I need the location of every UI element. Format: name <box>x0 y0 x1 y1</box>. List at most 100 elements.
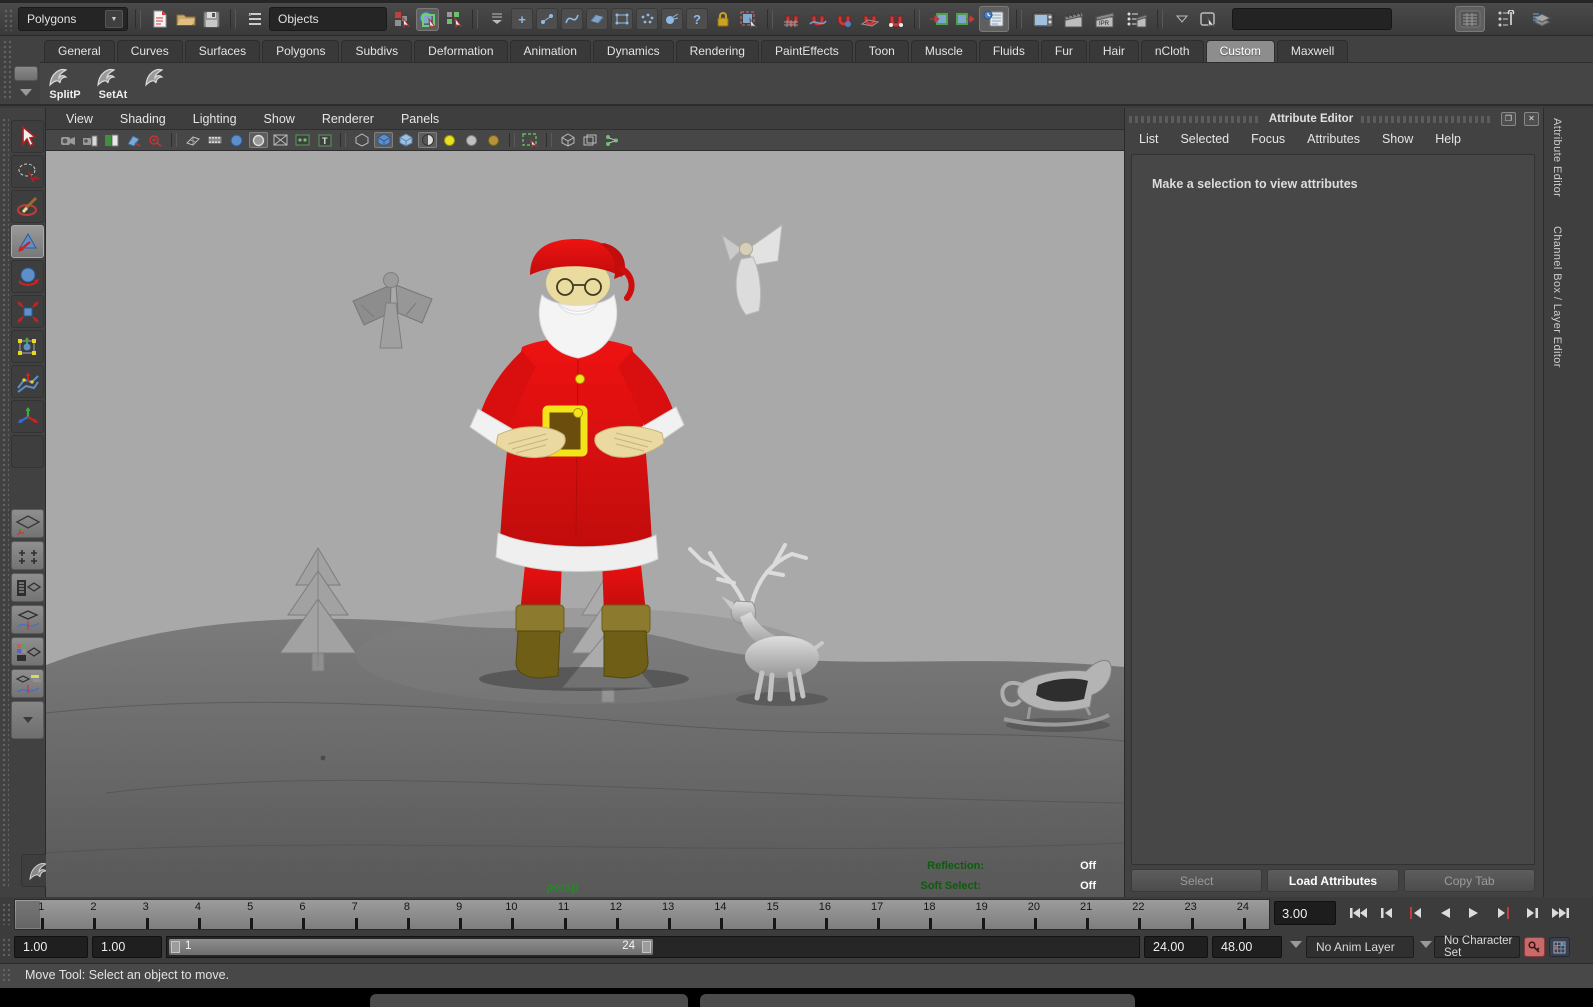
shelf-tab-fluids[interactable]: Fluids <box>979 40 1039 62</box>
timeline-frame[interactable]: 16 <box>799 900 851 929</box>
ae-menu-list[interactable]: List <box>1139 132 1158 146</box>
scene-svg[interactable] <box>46 151 1124 897</box>
shelf-item-splitp[interactable]: SplitP <box>46 65 84 104</box>
timeline-ruler[interactable]: 123456789101112131415161718192021222324 <box>14 899 1270 930</box>
shelf-item-3[interactable] <box>142 65 180 104</box>
render-settings-icon[interactable] <box>1122 8 1150 31</box>
shelf-tab-painteffects[interactable]: PaintEffects <box>761 40 853 62</box>
last-tool-slot[interactable] <box>11 435 44 468</box>
vp-menu-renderer[interactable]: Renderer <box>322 112 374 126</box>
shelf-tab-toon[interactable]: Toon <box>855 40 909 62</box>
helpline-grip[interactable] <box>2 968 10 984</box>
vp-light-gold-icon[interactable] <box>484 132 503 148</box>
shelf-tab-dynamics[interactable]: Dynamics <box>593 40 674 62</box>
soft-modification-tool-button[interactable] <box>11 365 44 398</box>
viewport-canvas[interactable]: Verts:13895100 Edges:41397500 Faces:2750… <box>46 151 1124 897</box>
vp-isolate-select-icon[interactable] <box>521 132 540 148</box>
timeline-frame[interactable]: 11 <box>538 900 590 929</box>
mask-surfaces-icon[interactable] <box>586 8 608 30</box>
step-forward-key-button[interactable] <box>1489 900 1516 926</box>
layout-more-button[interactable] <box>11 701 44 739</box>
timeline-frame[interactable]: 3 <box>120 900 172 929</box>
float-panel-icon[interactable]: ❐ <box>1501 112 1516 126</box>
playback-start-field[interactable]: 1.00 <box>92 936 162 958</box>
select-button[interactable]: Select <box>1131 869 1262 892</box>
step-back-key-button[interactable] <box>1402 900 1429 926</box>
tree-left[interactable] <box>280 548 356 671</box>
select-component-mask-icon[interactable] <box>442 8 465 31</box>
load-attributes-button[interactable]: Load Attributes <box>1267 869 1398 892</box>
move-tool-button[interactable] <box>11 225 44 258</box>
shelf-tab-curves[interactable]: Curves <box>117 40 183 62</box>
ae-menu-attributes[interactable]: Attributes <box>1307 132 1360 146</box>
lock-icon[interactable] <box>711 8 734 31</box>
vp-shaded-sphere-icon[interactable] <box>227 132 246 148</box>
vp-use-all-lights-icon[interactable] <box>418 132 437 148</box>
snap-curve-icon[interactable] <box>806 8 829 31</box>
toolbar-grip[interactable] <box>4 9 13 31</box>
snap-point-icon[interactable] <box>832 8 855 31</box>
layout-persp-outliner-graph-button[interactable] <box>11 669 44 698</box>
layout-persp-graph-button[interactable] <box>11 605 44 634</box>
mask-deformations-icon[interactable] <box>611 8 633 30</box>
range-slider-track[interactable]: 1 24 <box>166 936 1140 958</box>
shelf-tab-surfaces[interactable]: Surfaces <box>185 40 260 62</box>
timeline-frame[interactable]: 18 <box>903 900 955 929</box>
save-scene-icon[interactable] <box>200 8 223 31</box>
timeline-frame[interactable]: 6 <box>276 900 328 929</box>
shelf-tab-animation[interactable]: Animation <box>510 40 591 62</box>
shelf-tab-subdivs[interactable]: Subdivs <box>341 40 412 62</box>
vp-shaded-cube-icon[interactable] <box>374 132 393 148</box>
angel-left[interactable] <box>353 273 432 349</box>
range-grip[interactable] <box>2 938 10 956</box>
select-object-mask-icon[interactable] <box>416 8 439 31</box>
current-time-field[interactable]: 3.00 <box>1274 901 1336 925</box>
vp-menu-lighting[interactable]: Lighting <box>193 112 237 126</box>
vp-menu-show[interactable]: Show <box>264 112 295 126</box>
layer-editor-toggle-icon[interactable] <box>1527 6 1557 32</box>
mask-rendering-icon[interactable] <box>661 8 683 30</box>
range-start-handle[interactable] <box>171 941 180 953</box>
ae-menu-show[interactable]: Show <box>1382 132 1413 146</box>
tool-settings-toggle-icon[interactable] <box>1493 6 1519 32</box>
timeline-frame[interactable]: 22 <box>1112 900 1164 929</box>
step-forward-frame-button[interactable] <box>1518 900 1545 926</box>
snap-plane-icon[interactable] <box>858 8 881 31</box>
shelf-tab-general[interactable]: General <box>44 40 115 62</box>
vp-textured-cube-icon[interactable] <box>396 132 415 148</box>
vp-wireframe-sphere-icon[interactable] <box>249 132 268 148</box>
vp-camera-attrs-icon[interactable] <box>58 132 77 148</box>
sidebar-tab-attribute-editor[interactable]: Attribute Editor <box>1551 118 1563 197</box>
character-set-field[interactable]: No Character Set <box>1434 936 1520 958</box>
play-backwards-button[interactable] <box>1431 900 1458 926</box>
new-scene-icon[interactable] <box>148 8 171 31</box>
mask-dynamics-icon[interactable] <box>636 8 658 30</box>
toolbox-grip[interactable] <box>2 118 9 887</box>
lasso-tool-button[interactable] <box>11 155 44 188</box>
range-slider-bar[interactable]: 1 24 <box>169 939 653 955</box>
render-current-frame-icon[interactable] <box>1060 8 1088 31</box>
combined-mask-menu-icon[interactable] <box>485 8 508 31</box>
vp-grid-toggle-icon[interactable] <box>183 132 202 148</box>
go-to-start-button[interactable] <box>1344 900 1371 926</box>
vp-light-gray-icon[interactable] <box>462 132 481 148</box>
attribute-editor-titlebar[interactable]: Attribute Editor ❐ ✕ <box>1129 112 1539 126</box>
timeline-grip[interactable] <box>2 903 10 925</box>
anim-layer-field[interactable]: No Anim Layer <box>1306 936 1414 958</box>
rotate-tool-button[interactable] <box>11 260 44 293</box>
timeline-frame[interactable]: 15 <box>747 900 799 929</box>
playback-end-field[interactable]: 24.00 <box>1144 936 1208 958</box>
timeline-frame[interactable]: 8 <box>381 900 433 929</box>
select-by-name-icon[interactable] <box>1196 8 1219 31</box>
shelf-tab-maxwell[interactable]: Maxwell <box>1277 40 1348 62</box>
vp-zoom-select-icon[interactable] <box>146 132 165 148</box>
timeline-frame[interactable]: 20 <box>1008 900 1060 929</box>
vp-wire-cube-icon[interactable] <box>558 132 577 148</box>
shelf-tab-toggle-button[interactable] <box>14 66 38 81</box>
render-view-icon[interactable] <box>1029 8 1057 31</box>
shelf-grip[interactable] <box>3 40 11 100</box>
timeline-frame[interactable]: 2 <box>67 900 119 929</box>
field-mode-dropdown-icon[interactable] <box>1170 8 1193 31</box>
ae-menu-selected[interactable]: Selected <box>1180 132 1229 146</box>
vp-film-gate-icon[interactable] <box>205 132 224 148</box>
